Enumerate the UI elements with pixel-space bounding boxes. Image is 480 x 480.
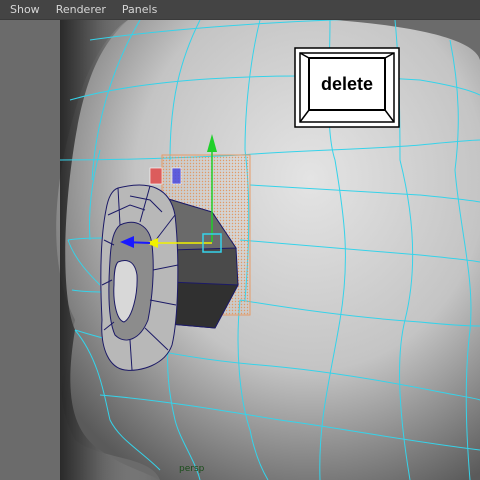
menu-show[interactable]: Show bbox=[0, 0, 46, 19]
menu-panels[interactable]: Panels bbox=[112, 0, 163, 19]
viewport-persp[interactable]: delete persp bbox=[0, 20, 480, 480]
plane-handle-red[interactable] bbox=[149, 167, 163, 185]
panel-menubar: Show Renderer Panels bbox=[0, 0, 480, 20]
menu-renderer[interactable]: Renderer bbox=[46, 0, 112, 19]
delete-key-callout: delete bbox=[295, 48, 399, 127]
camera-label: persp bbox=[179, 464, 205, 474]
delete-key-label: delete bbox=[320, 73, 374, 94]
viewport-canvas[interactable] bbox=[0, 20, 480, 480]
plane-handle-blue[interactable] bbox=[171, 167, 182, 185]
